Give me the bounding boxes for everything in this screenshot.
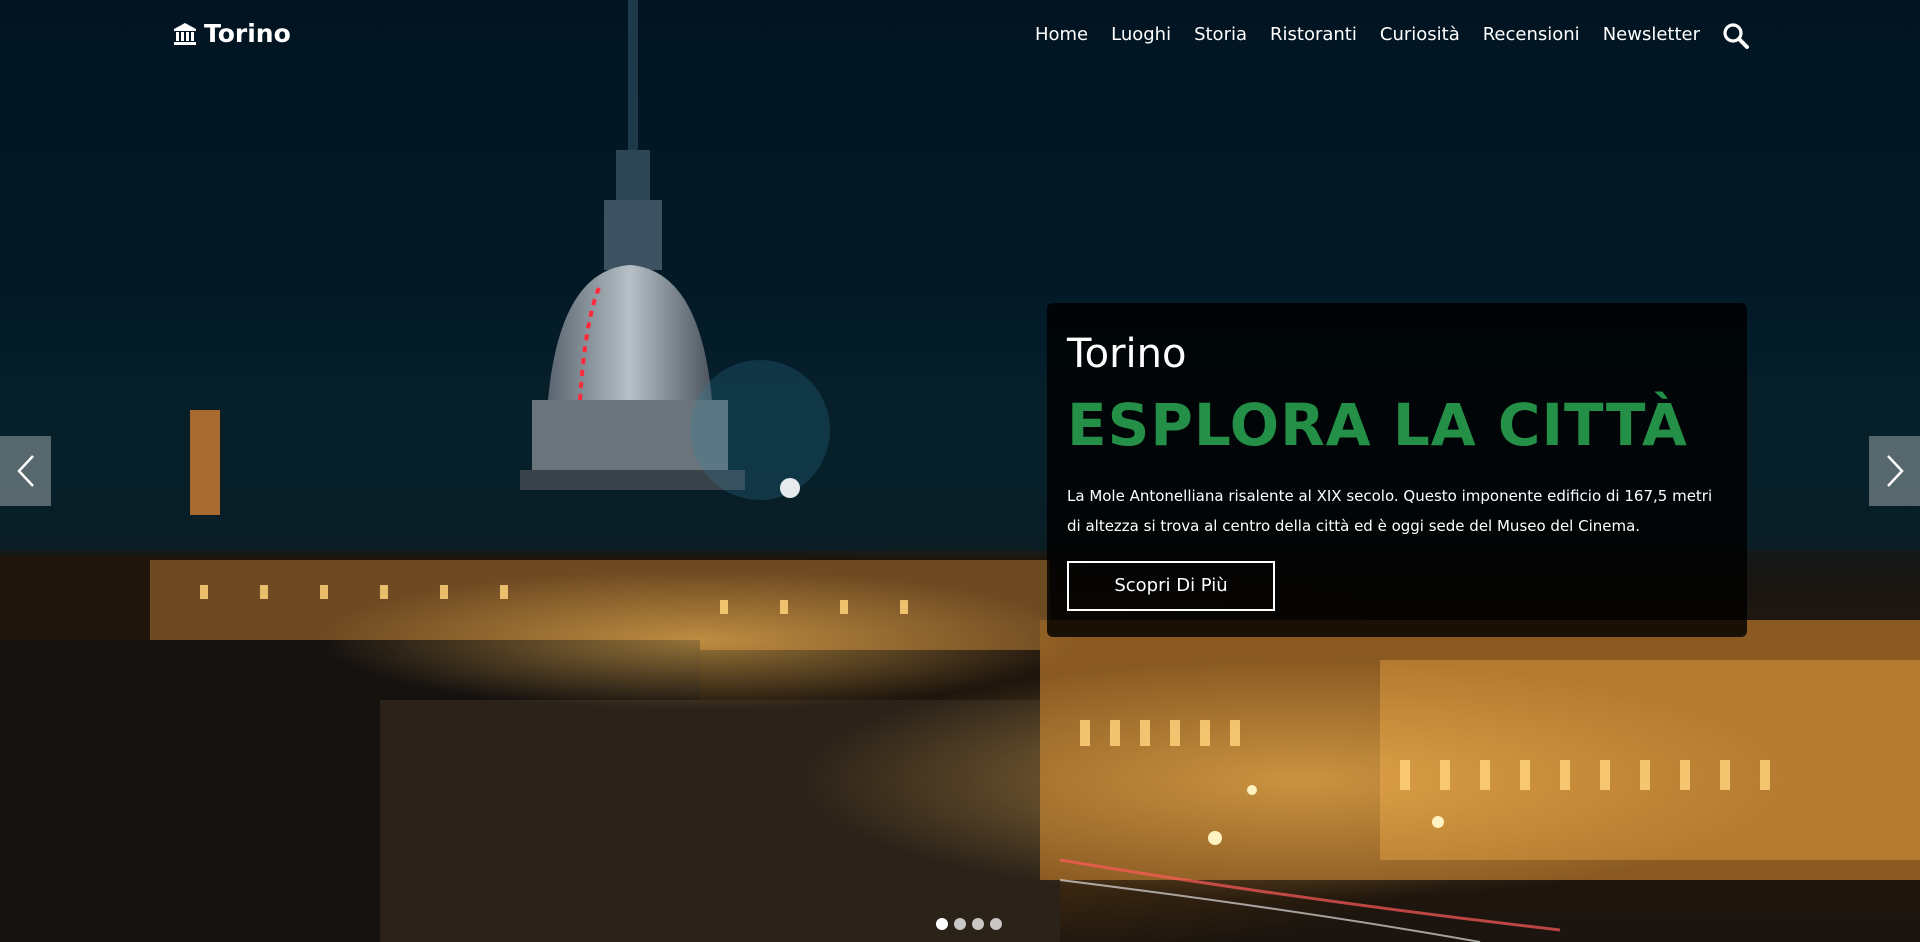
carousel-indicator-4[interactable] (990, 918, 1002, 930)
brand-name: Torino (204, 19, 291, 48)
carousel-prev-button[interactable] (0, 436, 51, 506)
discover-more-button[interactable]: Scopri Di Più (1067, 561, 1275, 611)
nav-menu: Home Luoghi Storia Ristoranti Curiosità … (1035, 24, 1700, 45)
hero-description: La Mole Antonelliana risalente al XIX se… (1067, 487, 1713, 535)
carousel-indicator-1[interactable] (936, 918, 948, 930)
chevron-right-icon (1886, 455, 1904, 487)
top-navbar: Torino Home Luoghi Storia Ristoranti Cur… (0, 0, 1920, 72)
chevron-left-icon (16, 455, 34, 487)
carousel-indicator-2[interactable] (954, 918, 966, 930)
hero-caption-box: Torino ESPLORA LA CITTÀ La Mole Antonell… (1047, 303, 1747, 637)
nav-link-curiosita[interactable]: Curiosità (1380, 24, 1460, 45)
nav-link-luoghi[interactable]: Luoghi (1111, 24, 1171, 45)
hero-kicker: Torino (1067, 331, 1187, 377)
nav-link-home[interactable]: Home (1035, 24, 1088, 45)
landmark-icon (172, 21, 198, 47)
nav-link-recensioni[interactable]: Recensioni (1483, 24, 1580, 45)
nav-link-newsletter[interactable]: Newsletter (1603, 24, 1700, 45)
carousel-next-button[interactable] (1869, 436, 1920, 506)
nav-link-storia[interactable]: Storia (1194, 24, 1247, 45)
search-icon (1723, 23, 1749, 49)
brand-logo[interactable]: Torino (172, 19, 291, 48)
carousel-indicator-3[interactable] (972, 918, 984, 930)
search-button[interactable] (1722, 22, 1750, 50)
hero-headline: ESPLORA LA CITTÀ (1067, 391, 1688, 459)
nav-link-ristoranti[interactable]: Ristoranti (1270, 24, 1357, 45)
hero-carousel: Torino Home Luoghi Storia Ristoranti Cur… (0, 0, 1920, 942)
carousel-indicators (936, 918, 1002, 930)
